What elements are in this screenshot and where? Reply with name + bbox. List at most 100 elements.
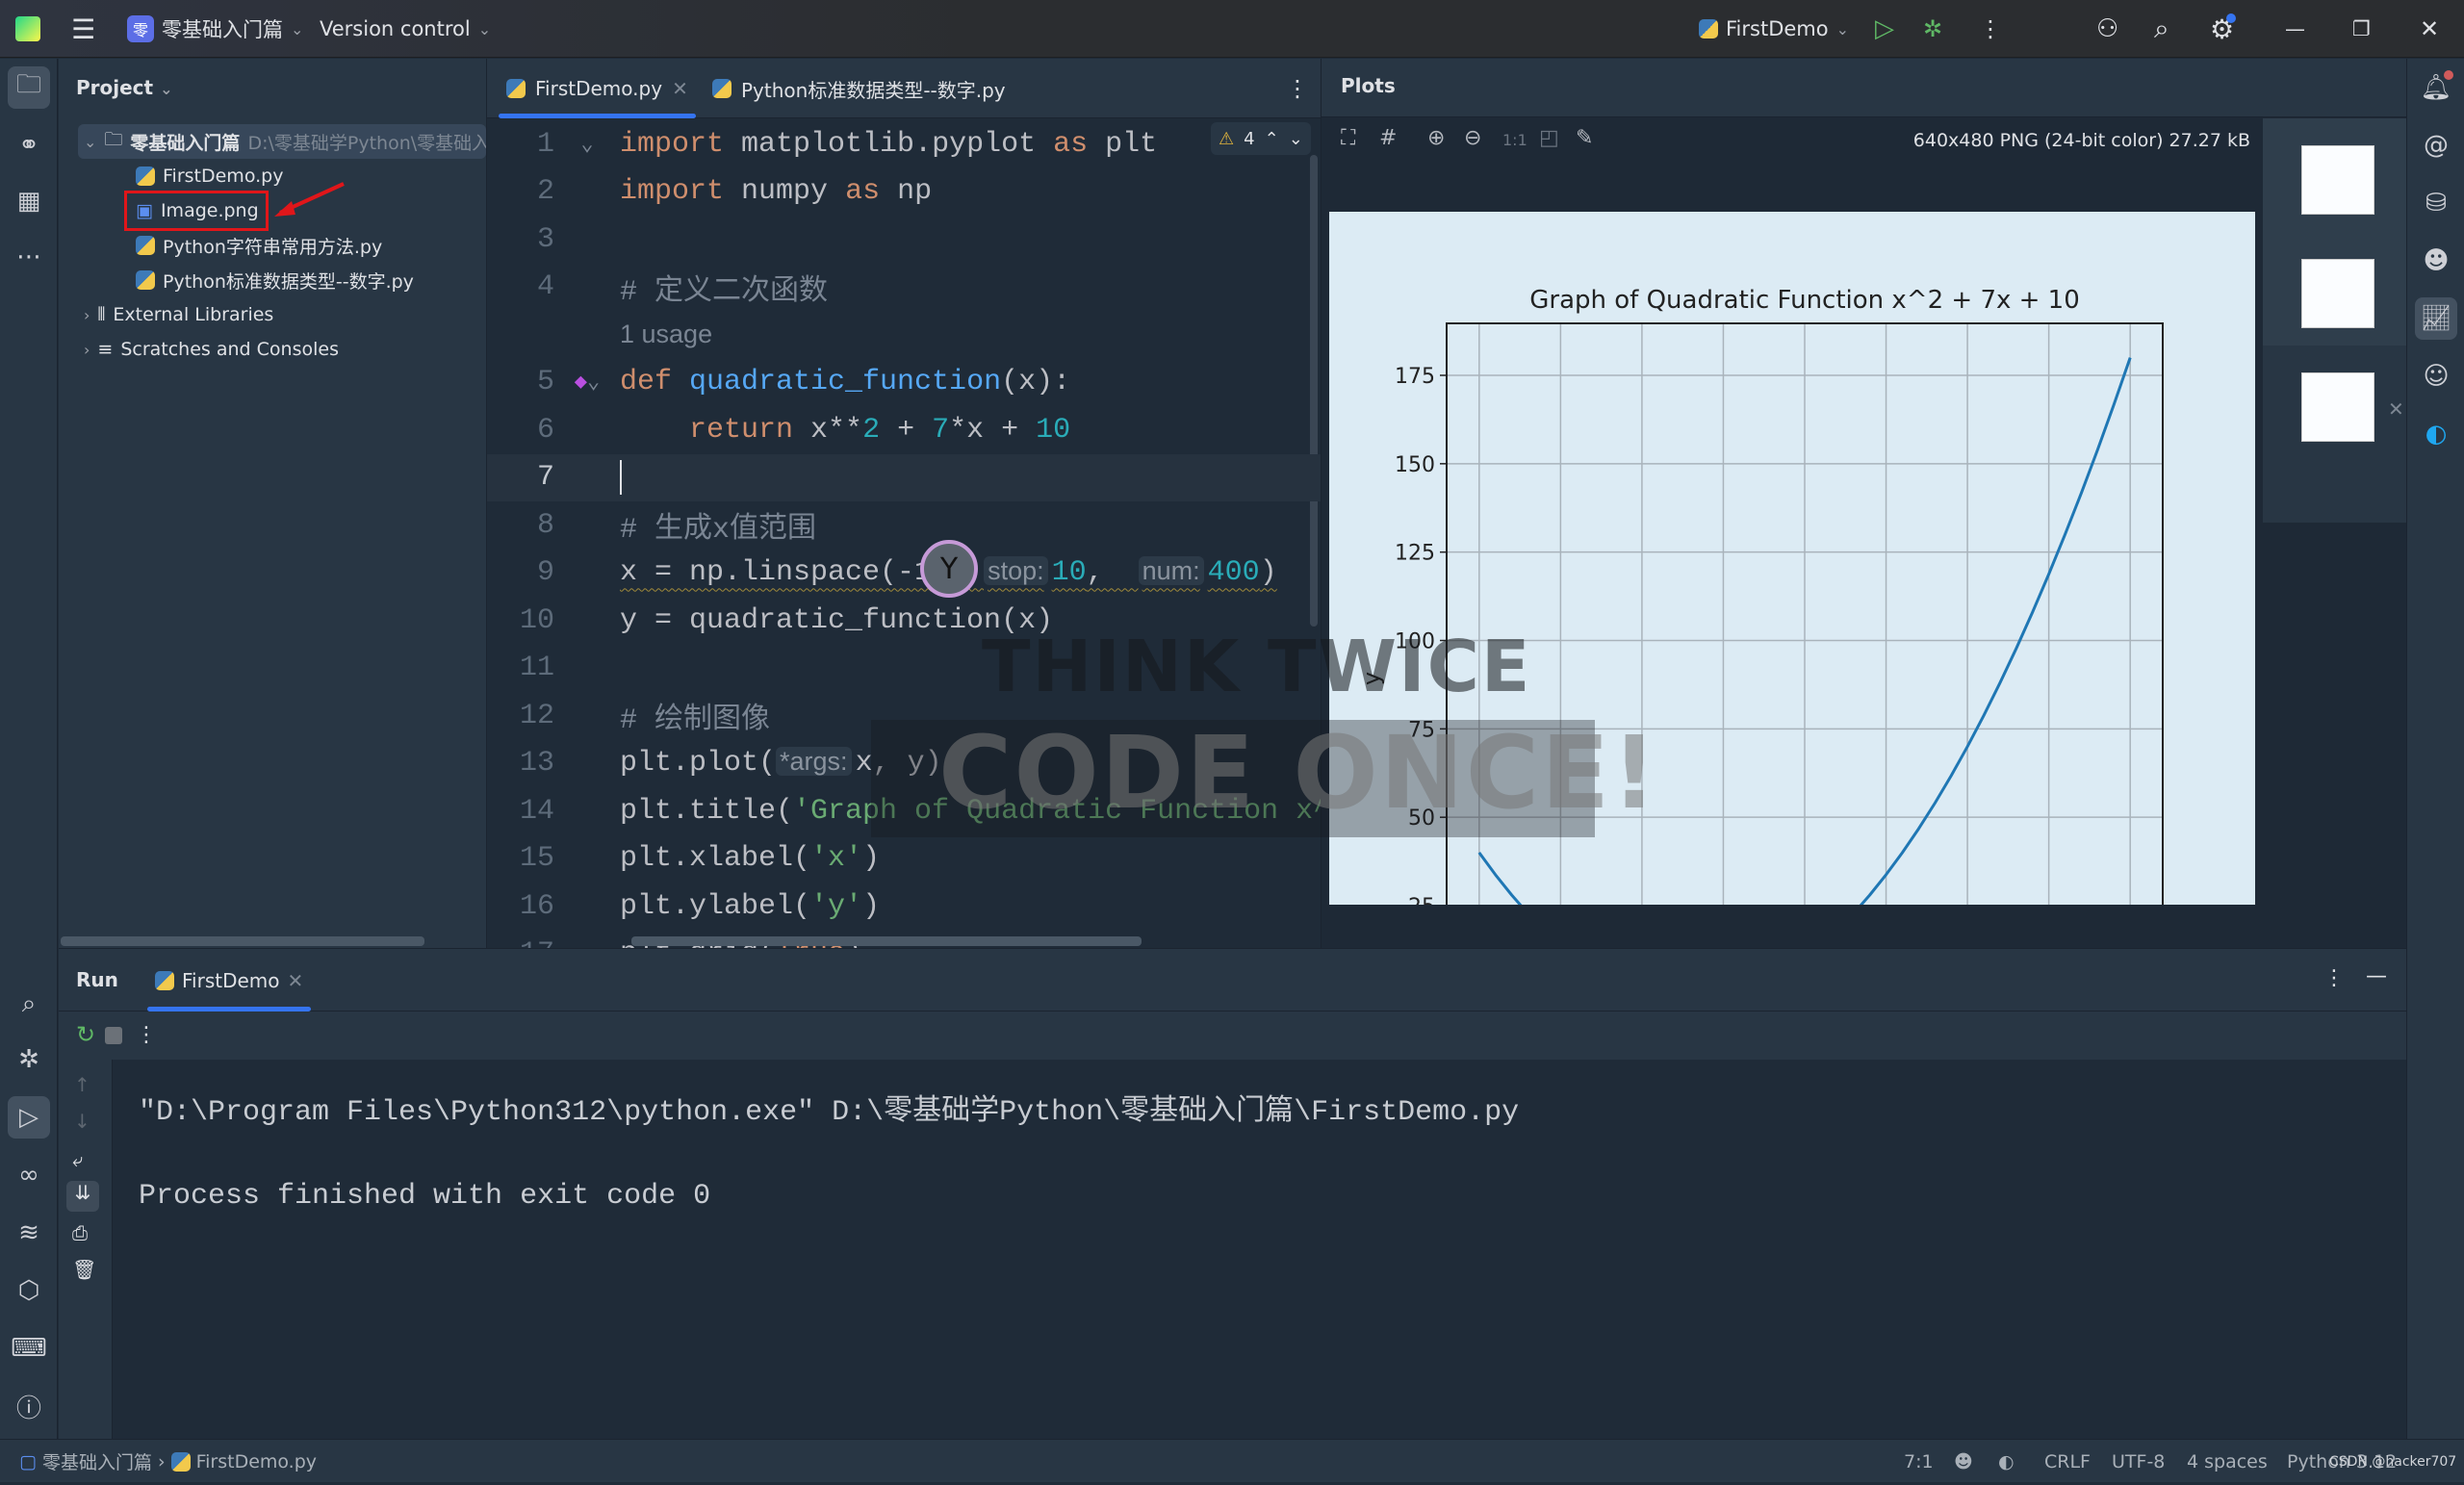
line-number: 16 xyxy=(519,889,554,923)
code-line[interactable]: 2 import numpy as np xyxy=(487,168,1321,217)
plot-thumbnail[interactable] xyxy=(2301,259,2374,328)
code-line[interactable]: 8 # 生成x值范围 xyxy=(487,501,1321,550)
scratches-icon: ≡ xyxy=(97,339,114,360)
code-line[interactable]: 15 plt.xlabel('x') xyxy=(487,835,1321,883)
copilot-status-icon[interactable]: ☻ xyxy=(1954,1440,1973,1483)
edge-status-icon[interactable]: ◐ xyxy=(1998,1440,2015,1483)
color-picker-icon[interactable]: ✎ xyxy=(1576,126,1593,150)
database-icon[interactable]: ⛁ xyxy=(2415,182,2457,224)
run-tool-icon[interactable]: ▷ xyxy=(8,1096,50,1139)
soft-wrap-icon[interactable]: ⤶ xyxy=(72,1148,83,1171)
code-line[interactable]: 6 return x**2 + 7*x + 10 xyxy=(487,406,1321,454)
line-separator[interactable]: CRLF xyxy=(2044,1440,2091,1483)
indent-setting[interactable]: 4 spaces xyxy=(2187,1440,2268,1483)
plot-thumbnail-selected[interactable] xyxy=(2301,372,2374,442)
main-menu-icon[interactable]: ☰ xyxy=(71,0,95,58)
file-encoding[interactable]: UTF-8 xyxy=(2112,1440,2165,1483)
more-icon[interactable]: ⋮ xyxy=(1979,0,2002,58)
tab-firstdemo[interactable]: FirstDemo.py ✕ xyxy=(499,59,696,118)
stop-icon[interactable] xyxy=(105,1027,122,1044)
plot-thumbnail[interactable] xyxy=(2301,145,2374,215)
close-window-button[interactable]: ✕ xyxy=(2420,0,2439,58)
trash-icon[interactable]: 🗑︎ xyxy=(72,1258,96,1281)
fit-window-icon[interactable]: ◰ xyxy=(1539,126,1559,150)
close-tab-icon[interactable]: ✕ xyxy=(672,77,688,100)
inspection-widget[interactable]: ⚠ 4 ⌃ ⌄ xyxy=(1211,122,1311,155)
terminal-icon[interactable]: ⌨ xyxy=(8,1327,50,1370)
python-console-icon[interactable]: ∞ xyxy=(8,1154,50,1196)
grid-icon[interactable]: # xyxy=(1379,126,1397,150)
actual-size-button[interactable]: 1:1 xyxy=(1502,131,1527,149)
layers-icon[interactable]: ≋ xyxy=(8,1212,50,1254)
project-folder-icon[interactable]: 🗀 xyxy=(8,66,50,109)
structure-icon[interactable]: ▦ xyxy=(8,180,50,222)
close-plot-icon[interactable]: ✕ xyxy=(2388,397,2404,421)
fit-icon[interactable]: ⛶ xyxy=(1341,126,1355,150)
ai-assistant-icon[interactable]: @ xyxy=(2415,124,2457,166)
scroll-to-end-icon[interactable]: ⇊ xyxy=(66,1181,99,1212)
search-icon[interactable]: ⌕ xyxy=(8,983,50,1025)
plots-title: Plots xyxy=(1341,74,1396,97)
scroll-up-icon[interactable]: ↑ xyxy=(74,1073,90,1096)
fold-icon[interactable]: ⌄ xyxy=(554,132,620,157)
zoom-out-icon[interactable]: ⊖ xyxy=(1464,126,1481,150)
project-header[interactable]: Project ⌄ xyxy=(76,76,172,99)
project-switcher[interactable]: 零 零基础入门篇 ⌄ xyxy=(127,0,303,58)
more-icon[interactable]: ⋮ xyxy=(2323,966,2345,990)
horizontal-scrollbar[interactable] xyxy=(61,936,424,946)
rerun-icon[interactable]: ↻ xyxy=(76,1021,95,1048)
usage-hint-text[interactable]: 1 usage xyxy=(620,320,712,349)
code-line[interactable]: 4 # 定义二次函数 xyxy=(487,264,1321,312)
tabs-more-icon[interactable]: ⋮ xyxy=(1286,59,1309,118)
tree-file[interactable]: Python字符串常用方法.py xyxy=(136,228,382,263)
tree-file[interactable]: FirstDemo.py xyxy=(136,159,283,193)
caret-position[interactable]: 7:1 xyxy=(1904,1440,1934,1483)
tree-scratches[interactable]: › ≡ Scratches and Consoles xyxy=(84,332,339,367)
run-icon[interactable]: ▷ xyxy=(1875,0,1894,58)
code-line[interactable]: 5 ◆⌄ def quadratic_function(x): xyxy=(487,359,1321,407)
search-icon[interactable]: ⌕ xyxy=(2154,0,2169,58)
minimize-button[interactable]: — xyxy=(2285,0,2305,58)
chevron-down-icon[interactable]: ⌄ xyxy=(1289,129,1303,149)
run-config-selector[interactable]: FirstDemo ⌄ xyxy=(1699,0,1849,58)
tree-file[interactable]: Python标准数据类型--数字.py xyxy=(136,263,414,297)
code-line[interactable]: 1 ⌄ import matplotlib.pyplot as plt xyxy=(487,120,1321,168)
usage-hint[interactable]: 1 usage xyxy=(487,311,1321,359)
code-line[interactable]: 9x = np.linspace(-10, stop: 10, num: 400) xyxy=(487,550,1321,598)
commit-icon[interactable]: ⚭ xyxy=(8,124,50,166)
tab-python-numbers[interactable]: Python标准数据类型--数字.py xyxy=(712,59,1006,118)
more-icon[interactable]: ⋮ xyxy=(136,1023,157,1047)
debug-icon[interactable]: ✲ xyxy=(1923,0,1942,58)
debug-icon[interactable]: ✲ xyxy=(8,1038,50,1081)
more-tools-icon[interactable]: ⋯ xyxy=(8,236,50,278)
copilot-chat-icon[interactable]: ☺ xyxy=(2415,355,2457,397)
restore-button[interactable]: ❐ xyxy=(2352,0,2371,58)
version-control-menu[interactable]: Version control ⌄ xyxy=(320,0,491,58)
edge-icon[interactable]: ◐ xyxy=(2415,413,2457,455)
scroll-down-icon[interactable]: ↓ xyxy=(74,1110,90,1133)
editor-horizontal-scrollbar[interactable] xyxy=(631,936,1142,946)
implement-fold-icon[interactable]: ◆⌄ xyxy=(554,370,620,395)
zoom-in-icon[interactable]: ⊕ xyxy=(1427,126,1445,150)
warning-count: 4 xyxy=(1244,128,1255,149)
run-tab-firstdemo[interactable]: FirstDemo ✕ xyxy=(146,949,312,1011)
right-tool-strip: 🔔︎ @ ⛁ ☻ 📈︎ ☺ ◐ xyxy=(2406,59,2464,1439)
close-tab-icon[interactable]: ✕ xyxy=(288,969,304,992)
gear-icon[interactable]: ⚙ xyxy=(2210,0,2237,58)
code-line[interactable]: 16 plt.ylabel('y') xyxy=(487,883,1321,931)
notifications-icon[interactable]: 🔔︎ xyxy=(2415,66,2457,109)
code-line[interactable]: 3 xyxy=(487,216,1321,264)
print-icon[interactable]: ⎙ xyxy=(72,1221,88,1244)
code-line[interactable]: 7 xyxy=(487,453,1321,501)
floating-assistant-icon[interactable]: Y xyxy=(920,540,978,598)
sciview-icon[interactable]: 📈︎ xyxy=(2415,297,2457,340)
tree-root[interactable]: ⌄ 🗀 零基础入门篇 D:\零基础学Python\零基础入门篇 xyxy=(78,124,526,159)
tree-external-libraries[interactable]: › ⫴ External Libraries xyxy=(84,297,273,332)
chevron-up-icon[interactable]: ⌃ xyxy=(1265,129,1279,149)
services-icon[interactable]: ⬡ xyxy=(8,1269,50,1312)
copilot-icon[interactable]: ☻ xyxy=(2415,240,2457,282)
problems-icon[interactable]: ⓘ xyxy=(8,1385,50,1427)
add-user-icon[interactable]: ⚇ xyxy=(2096,0,2118,58)
breadcrumb[interactable]: ▢ 零基础入门篇 › FirstDemo.py xyxy=(19,1440,317,1483)
hide-panel-icon[interactable]: — xyxy=(2366,964,2387,988)
